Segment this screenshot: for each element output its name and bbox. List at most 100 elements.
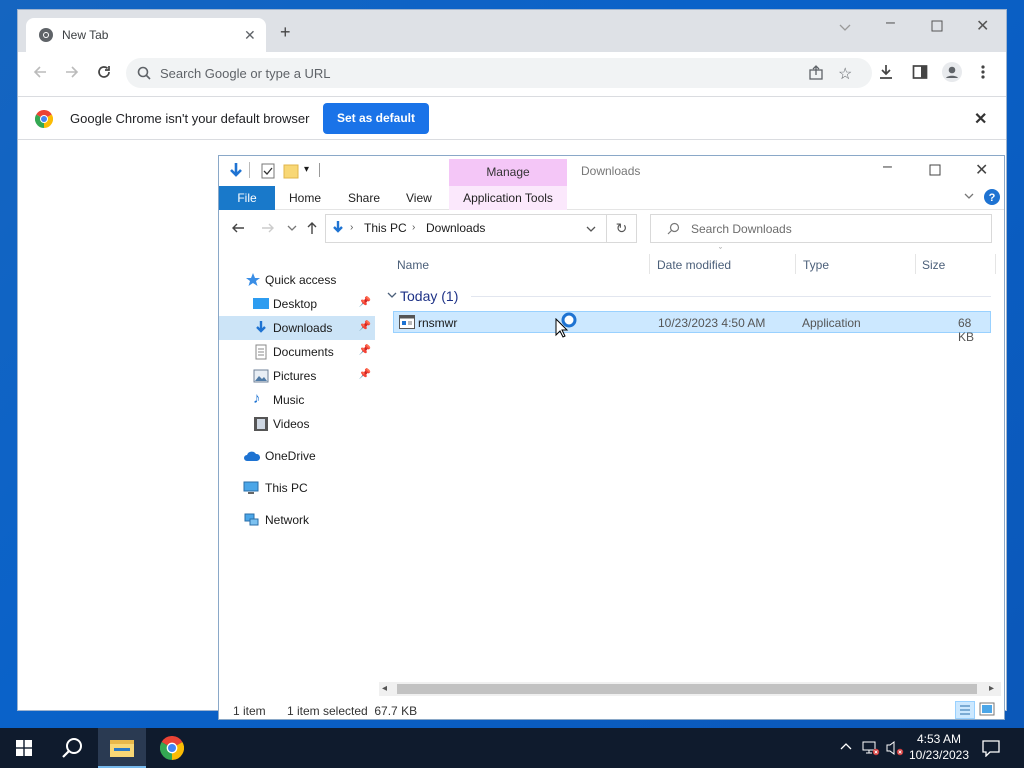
chrome-logo-icon — [160, 736, 184, 760]
details-view-icon[interactable] — [955, 701, 975, 719]
tab-new-tab[interactable]: New Tab ✕ — [26, 18, 266, 52]
search-downloads-input[interactable]: Search Downloads — [650, 214, 992, 243]
nav-network[interactable]: Network — [219, 508, 375, 532]
close-infobar-icon[interactable]: ✕ — [974, 109, 987, 129]
breadcrumb-downloads[interactable]: Downloads — [426, 221, 485, 235]
close-window-icon[interactable]: ✕ — [975, 160, 988, 180]
downloads-arrow-icon — [330, 220, 346, 236]
large-icons-view-icon[interactable] — [979, 702, 995, 716]
breadcrumb-separator-icon: › — [412, 222, 416, 233]
file-type: Application — [802, 316, 861, 330]
ribbon-expand-chevron-icon[interactable] — [963, 190, 975, 202]
computer-icon — [243, 480, 259, 496]
scroll-right-icon[interactable]: ▸ — [989, 683, 994, 694]
address-bar[interactable]: › This PC › Downloads — [325, 214, 607, 243]
nav-documents[interactable]: Documents 📌 — [219, 340, 375, 364]
back-arrow-icon[interactable] — [32, 64, 48, 80]
column-divider[interactable] — [915, 254, 916, 274]
tab-application-tools[interactable]: Application Tools — [449, 186, 567, 210]
tab-view[interactable]: View — [406, 191, 432, 205]
new-folder-icon[interactable] — [283, 163, 299, 179]
infobar-message: Google Chrome isn't your default browser — [70, 111, 310, 126]
nav-videos[interactable]: Videos — [219, 412, 375, 436]
omnibox-placeholder: Search Google or type a URL — [160, 66, 331, 81]
tab-search-chevron-icon[interactable] — [838, 20, 852, 34]
breadcrumb-this-pc[interactable]: This PC — [364, 221, 407, 235]
help-icon[interactable]: ? — [984, 189, 1000, 205]
manage-contextual-tab[interactable]: Manage — [449, 159, 567, 186]
column-header-size[interactable]: Size — [922, 258, 945, 272]
close-tab-icon[interactable]: ✕ — [244, 27, 256, 44]
nav-quick-access[interactable]: Quick access — [219, 268, 375, 292]
scroll-left-icon[interactable]: ◂ — [382, 683, 387, 694]
column-header-type[interactable]: Type — [803, 258, 829, 272]
omnibox[interactable]: Search Google or type a URL ☆ — [126, 58, 872, 88]
horizontal-scrollbar[interactable]: ◂ ▸ — [379, 682, 1001, 696]
downloads-arrow-icon — [253, 320, 269, 336]
set-as-default-button[interactable]: Set as default — [323, 103, 429, 134]
file-row-rnsmwr[interactable]: rnsmwr 10/23/2023 4:50 AM Application 68… — [393, 311, 991, 344]
search-icon — [62, 738, 82, 758]
taskbar-chrome[interactable] — [148, 728, 196, 768]
close-window-icon[interactable]: ✕ — [976, 16, 989, 36]
collapse-chevron-icon[interactable] — [387, 290, 397, 300]
up-arrow-icon[interactable] — [305, 221, 319, 235]
column-divider[interactable] — [649, 254, 650, 274]
qat-dropdown-icon[interactable]: ▾ — [304, 164, 309, 175]
refresh-icon[interactable]: ↻ — [607, 214, 637, 243]
nav-onedrive[interactable]: OneDrive — [219, 444, 375, 468]
start-button[interactable] — [0, 728, 48, 768]
new-tab-plus-icon[interactable]: + — [280, 22, 291, 43]
back-arrow-icon[interactable] — [231, 221, 245, 235]
forward-arrow-icon[interactable] — [261, 221, 275, 235]
folder-icon — [110, 740, 134, 757]
documents-icon — [253, 344, 269, 360]
share-icon[interactable] — [808, 65, 824, 81]
onedrive-cloud-icon — [243, 448, 261, 464]
taskbar-file-explorer[interactable] — [98, 728, 146, 768]
tab-file[interactable]: File — [219, 186, 275, 210]
show-hidden-icons-chevron-icon[interactable] — [840, 741, 852, 751]
nav-this-pc[interactable]: This PC — [219, 476, 375, 500]
tab-home[interactable]: Home — [289, 191, 321, 205]
nav-pictures[interactable]: Pictures 📌 — [219, 364, 375, 388]
qat-divider — [249, 162, 250, 178]
tab-share[interactable]: Share — [348, 191, 380, 205]
taskbar-clock[interactable]: 4:53 AM 10/23/2023 — [906, 731, 972, 763]
nav-label: This PC — [265, 481, 308, 495]
maximize-icon[interactable] — [931, 20, 943, 32]
nav-label: Network — [265, 513, 310, 527]
nav-label: Desktop — [273, 297, 318, 311]
properties-check-icon[interactable] — [261, 163, 275, 179]
pictures-icon — [253, 368, 269, 384]
nav-label: Music — [273, 393, 305, 407]
profile-avatar-icon[interactable] — [942, 62, 962, 82]
reload-icon[interactable] — [96, 64, 112, 80]
column-header-name[interactable]: Name — [397, 258, 429, 272]
clock-date: 10/23/2023 — [908, 748, 970, 762]
default-browser-infobar: Google Chrome isn't your default browser… — [18, 96, 1006, 140]
tab-title: New Tab — [62, 28, 109, 42]
side-panel-icon[interactable] — [912, 64, 928, 80]
menu-kebab-icon[interactable] — [980, 64, 986, 80]
nav-downloads[interactable]: Downloads 📌 — [219, 316, 375, 340]
minimize-icon[interactable]: – — [883, 158, 892, 176]
address-dropdown-icon[interactable] — [586, 224, 596, 234]
volume-muted-icon[interactable] — [886, 740, 904, 756]
column-header-date[interactable]: Date modified — [657, 258, 731, 272]
download-icon[interactable] — [878, 64, 894, 80]
bookmark-star-icon[interactable]: ☆ — [838, 64, 852, 84]
column-divider[interactable] — [795, 254, 796, 274]
nav-desktop[interactable]: Desktop 📌 — [219, 292, 375, 316]
column-divider[interactable] — [995, 254, 996, 274]
nav-music[interactable]: ♪ Music — [219, 388, 375, 412]
recent-locations-chevron-icon[interactable] — [287, 223, 297, 233]
maximize-icon[interactable] — [929, 164, 941, 176]
search-button[interactable] — [48, 728, 96, 768]
forward-arrow-icon[interactable] — [64, 64, 80, 80]
scrollbar-thumb[interactable] — [397, 684, 977, 694]
breadcrumb-separator-icon: › — [350, 222, 354, 233]
minimize-icon[interactable]: – — [886, 14, 895, 32]
network-status-icon[interactable] — [862, 740, 880, 756]
notifications-icon[interactable] — [982, 739, 1000, 757]
